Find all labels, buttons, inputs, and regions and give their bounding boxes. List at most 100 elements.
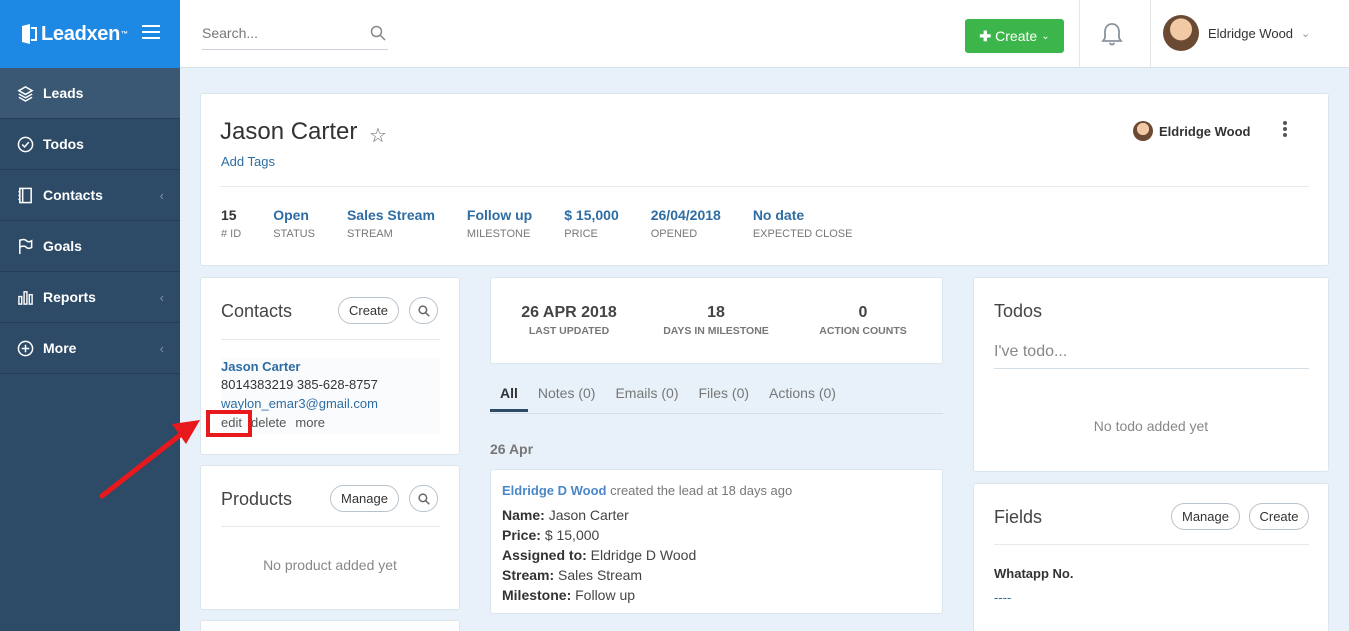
layers-icon [16, 84, 34, 102]
bell-icon[interactable] [1101, 22, 1123, 51]
sidebar-item-leads[interactable]: Leads [0, 68, 180, 119]
todo-input[interactable] [994, 335, 1309, 369]
activity-actor[interactable]: Eldridge D Wood [502, 483, 606, 498]
avatar [1163, 15, 1199, 51]
activity-detail-row: Price: $ 15,000 [502, 527, 599, 543]
chevron-down-icon: ⌄ [1301, 27, 1311, 40]
summary-days-in-milestone: 18 DAYS IN MILESTONE [656, 304, 776, 337]
lead-owner[interactable]: Eldridge Wood [1133, 121, 1250, 141]
activity-detail-value: $ 15,000 [544, 527, 600, 543]
logo[interactable]: Leadxen ™ [20, 23, 128, 46]
stat-value[interactable]: 26/04/2018 [651, 207, 721, 223]
header-divider [1150, 0, 1151, 68]
manage-fields-button[interactable]: Manage [1171, 503, 1240, 530]
add-tags-link[interactable]: Add Tags [221, 154, 275, 169]
plus-circle-icon [16, 339, 34, 357]
create-field-button[interactable]: Create [1249, 503, 1309, 530]
owner-name: Eldridge Wood [1159, 123, 1251, 139]
products-panel: Products Manage No product added yet [200, 465, 460, 610]
activity-action: created the lead at 18 days ago [610, 483, 793, 498]
more-vertical-icon[interactable] [1282, 120, 1288, 143]
activity-detail-key: Price: [502, 527, 541, 543]
logo-icon [22, 24, 37, 44]
stat-label: # ID [221, 228, 242, 240]
activity-detail-value: Follow up [575, 587, 636, 603]
stat-value[interactable]: Follow up [467, 207, 532, 223]
stat-value[interactable]: $ 15,000 [564, 207, 619, 223]
lead-stats: 15 # ID Open STATUS Sales Stream STREAM Follow… [221, 207, 884, 240]
contacts-title: Contacts [221, 301, 293, 321]
sidebar-item-reports[interactable]: Reports ‹ [0, 272, 180, 323]
stat-value[interactable]: Open [273, 207, 315, 223]
tab-files[interactable]: Files (0) [698, 380, 749, 414]
sidebar-item-label: Contacts [43, 187, 103, 203]
activity-detail-value: Sales Stream [558, 567, 643, 583]
activity-tabs: All Notes (0) Emails (0) Files (0) Actions (… [490, 380, 856, 414]
lead-summary-panel: 26 APR 2018 LAST UPDATED 18 DAYS IN MILE… [490, 277, 943, 364]
star-icon[interactable]: ☆ [369, 123, 387, 148]
contact-email[interactable]: waylon_emar3@gmail.com [221, 396, 378, 411]
tab-actions[interactable]: Actions (0) [769, 380, 836, 414]
lead-stat-status: Open STATUS [273, 207, 315, 240]
search-contacts-button[interactable] [409, 297, 438, 324]
sidebar-item-contacts[interactable]: Contacts ‹ [0, 170, 180, 221]
brand-name: Leadxen [41, 22, 121, 45]
create-button[interactable]: ✚ Create ⌄ [965, 19, 1064, 53]
delete-contact-link[interactable]: delete [251, 415, 286, 430]
flag-icon [16, 237, 34, 255]
more-contact-link[interactable]: more [295, 415, 325, 430]
todos-panel: Todos No todo added yet [973, 277, 1329, 472]
stat-label: EXPECTED CLOSE [752, 228, 853, 240]
lead-header-card: Jason Carter ☆ Add Tags Eldridge Wood 15… [200, 93, 1329, 266]
tab-notes[interactable]: Notes (0) [538, 380, 596, 414]
contacts-book-icon [16, 186, 34, 204]
stat-label: OPENED [650, 228, 698, 240]
tab-all[interactable]: All [490, 380, 528, 414]
contact-name[interactable]: Jason Carter [221, 359, 300, 374]
divider [994, 544, 1309, 545]
stat-value[interactable]: Sales Stream [347, 207, 435, 223]
activity-item: Eldridge D Wood created the lead at 18 d… [490, 469, 943, 614]
search-input[interactable] [202, 18, 362, 48]
search-box [202, 18, 388, 50]
activity-detail-value: Eldridge D Wood [590, 547, 697, 563]
divider [220, 186, 1309, 187]
tab-emails[interactable]: Emails (0) [615, 380, 678, 414]
activity-detail-key: Stream: [502, 567, 555, 583]
lead-stat-id: 15 # ID [221, 207, 241, 240]
top-header: ✚ Create ⌄ Eldridge Wood ⌄ [180, 0, 1349, 68]
lead-stat-expected-close: No date EXPECTED CLOSE [753, 207, 853, 240]
divider [221, 339, 440, 340]
summary-last-updated: 26 APR 2018 LAST UPDATED [509, 304, 629, 337]
divider [221, 526, 440, 527]
manage-products-button[interactable]: Manage [330, 485, 399, 512]
todos-empty-message: No todo added yet [1093, 418, 1209, 434]
lead-name: Jason Carter [220, 118, 358, 145]
user-menu[interactable]: Eldridge Wood ⌄ [1163, 15, 1310, 51]
sidebar-item-goals[interactable]: Goals [0, 221, 180, 272]
activity-detail-key: Assigned to: [502, 547, 587, 563]
search-icon[interactable] [370, 25, 386, 46]
hamburger-menu-icon[interactable] [142, 24, 160, 44]
sidebar-item-label: Todos [43, 136, 84, 152]
summary-label: LAST UPDATED [528, 325, 610, 337]
field-value[interactable]: ---- [994, 590, 1011, 605]
sidebar-item-label: Reports [43, 289, 96, 305]
summary-action-counts: 0 ACTION COUNTS [803, 304, 923, 337]
chevron-left-icon: ‹ [159, 289, 164, 305]
plus-icon: ✚ [979, 27, 992, 44]
sidebar-item-more[interactable]: More ‹ [0, 323, 180, 374]
search-products-button[interactable] [409, 485, 438, 512]
activity-detail-value: Jason Carter [548, 507, 629, 523]
sidebar-item-label: Goals [43, 238, 82, 254]
sidebar-item-label: More [43, 340, 77, 356]
contact-item: Jason Carter 8014383219 385-628-8757 way… [221, 358, 440, 434]
create-contact-button[interactable]: Create [338, 297, 399, 324]
stat-label: STATUS [273, 228, 315, 240]
avatar [1133, 121, 1153, 141]
sidebar-item-todos[interactable]: Todos [0, 119, 180, 170]
activity-detail-row: Stream: Sales Stream [502, 567, 642, 583]
stat-value[interactable]: No date [753, 207, 853, 223]
brand-bar: Leadxen ™ [0, 0, 180, 68]
summary-value: 0 [858, 304, 868, 321]
